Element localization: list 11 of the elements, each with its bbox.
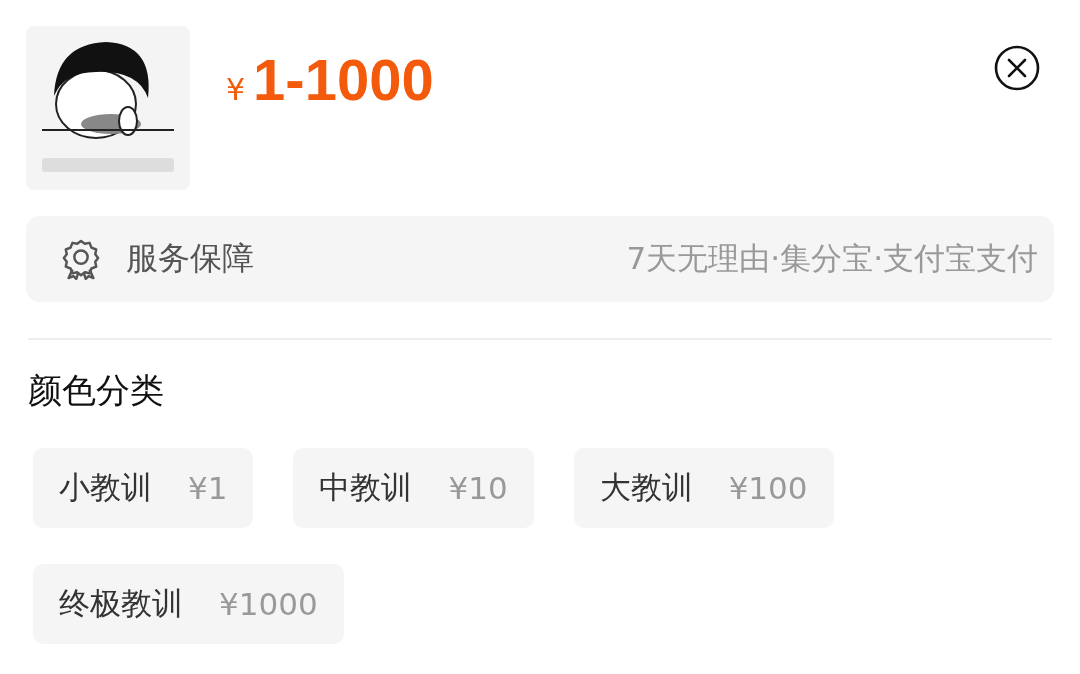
option-chip[interactable]: 大教训 ¥100 bbox=[573, 448, 834, 528]
option-chip[interactable]: 终极教训 ¥1000 bbox=[33, 564, 344, 644]
service-details: 7天无理由·集分宝·支付宝支付 bbox=[626, 239, 1038, 278]
currency-symbol: ¥ bbox=[226, 72, 246, 107]
close-icon[interactable] bbox=[994, 45, 1040, 91]
price-range: 1-1000 bbox=[253, 46, 434, 113]
option-chip[interactable]: 小教训 ¥1 bbox=[33, 448, 254, 528]
section-title: 颜色分类 bbox=[28, 369, 165, 412]
option-chip[interactable]: 中教训 ¥10 bbox=[293, 448, 534, 528]
service-bar[interactable]: 服务保障 7天无理由·集分宝·支付宝支付 bbox=[26, 216, 1054, 302]
award-badge-icon bbox=[62, 238, 100, 280]
